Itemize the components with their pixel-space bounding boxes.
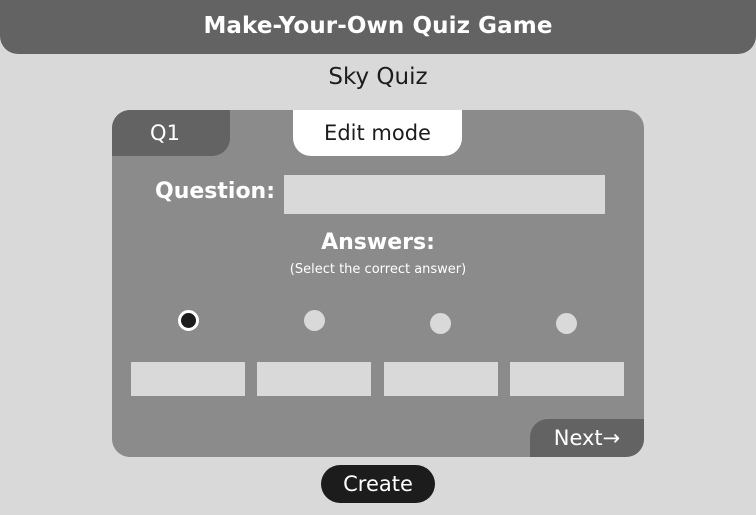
question-label: Question:	[155, 179, 276, 204]
app-title: Make-Your-Own Quiz Game	[203, 13, 553, 39]
answer-input-2[interactable]	[257, 362, 371, 396]
create-button[interactable]: Create	[321, 465, 435, 503]
answer-input-4[interactable]	[510, 362, 624, 396]
next-button[interactable]: Next→	[530, 419, 644, 457]
answer-radio-3[interactable]	[430, 313, 451, 334]
question-number-tab: Q1	[112, 110, 230, 156]
answer-input-1[interactable]	[131, 362, 245, 396]
question-card: Q1 Edit mode Question: Answers: (Select …	[112, 110, 644, 457]
answer-radio-4[interactable]	[556, 313, 577, 334]
answer-radio-1[interactable]	[178, 310, 199, 331]
app-header: Make-Your-Own Quiz Game	[0, 0, 756, 54]
answers-hint: (Select the correct answer)	[289, 262, 467, 277]
answer-input-3[interactable]	[384, 362, 498, 396]
quiz-title: Sky Quiz	[328, 64, 428, 90]
answer-radio-2[interactable]	[304, 310, 325, 331]
answers-label: Answers:	[321, 230, 435, 255]
edit-mode-tab[interactable]: Edit mode	[293, 110, 462, 156]
question-input[interactable]	[284, 175, 605, 214]
